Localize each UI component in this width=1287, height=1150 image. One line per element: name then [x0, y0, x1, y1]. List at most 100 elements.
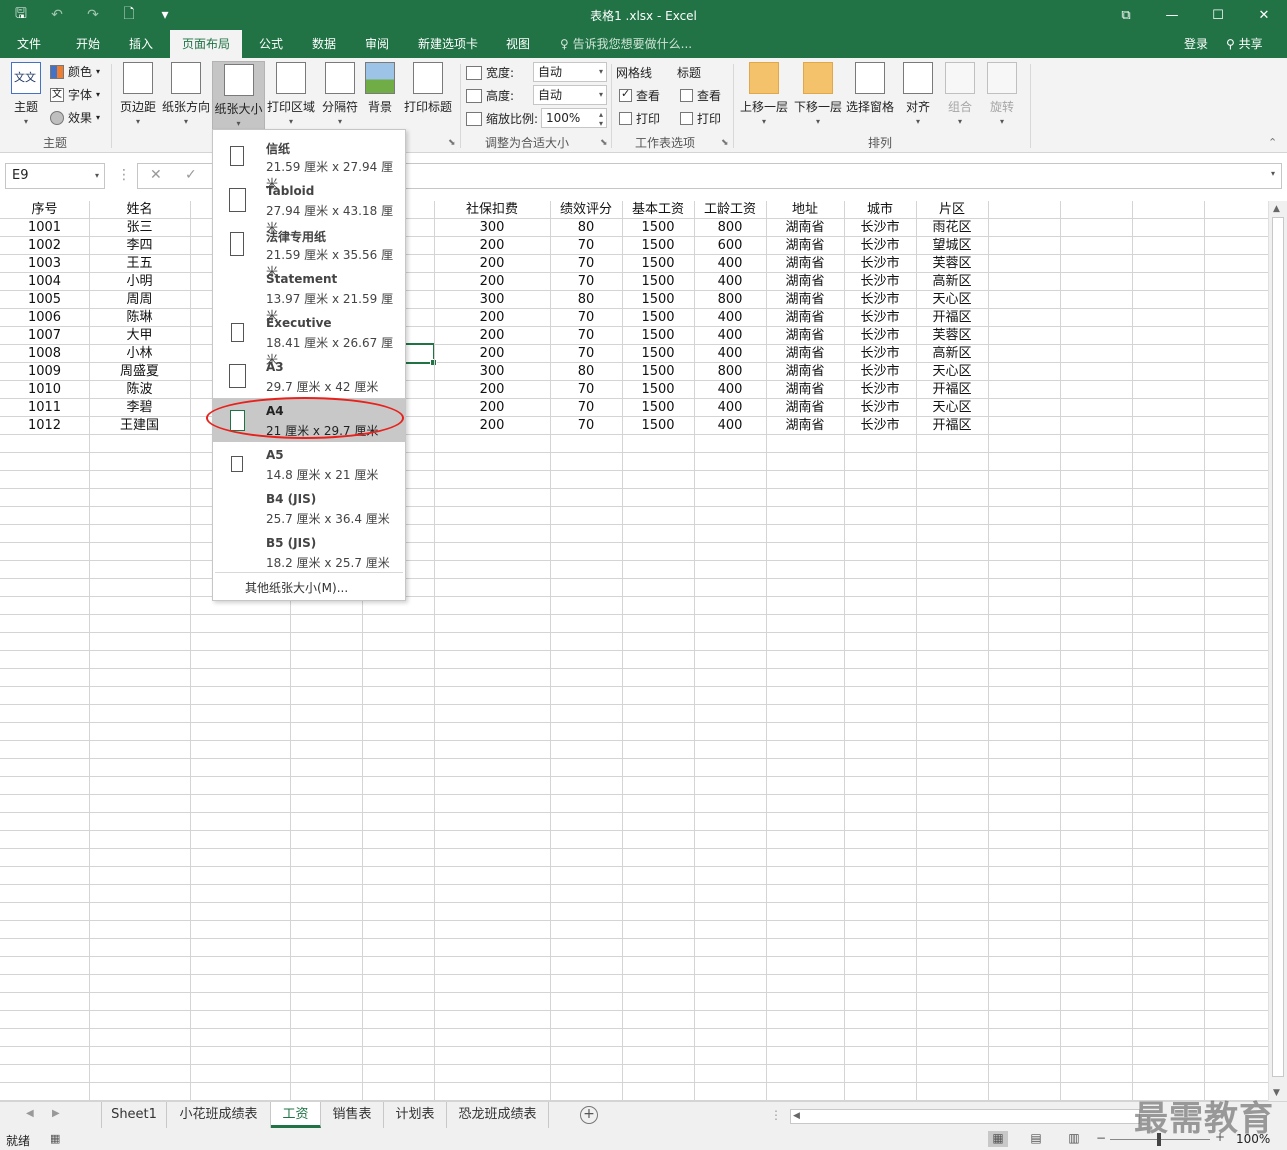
table-cell[interactable]: 70 [550, 417, 622, 435]
print-area-button[interactable]: 打印区域 ▾ [266, 62, 316, 126]
table-cell[interactable]: 湖南省 [766, 255, 844, 273]
headings-view-checkbox[interactable]: 查看 [680, 87, 721, 104]
effects-button[interactable]: 效果 ▾ [50, 109, 100, 126]
close-icon[interactable]: ✕ [1241, 0, 1287, 30]
collapse-ribbon-icon[interactable]: ⌃ [1268, 136, 1277, 149]
headings-print-checkbox[interactable]: 打印 [680, 110, 721, 127]
table-cell[interactable]: 湖南省 [766, 363, 844, 381]
sheet-tab-konglong[interactable]: 恐龙班成绩表 [447, 1102, 549, 1128]
login-link[interactable]: 登录 [1184, 30, 1208, 58]
confirm-icon[interactable]: ✓ [185, 167, 197, 183]
selection-pane-button[interactable]: 选择窗格 [845, 62, 895, 115]
table-cell[interactable]: 300 [434, 219, 550, 237]
tab-home[interactable]: 开始 [66, 30, 110, 58]
table-cell[interactable]: 小明 [89, 273, 190, 291]
table-cell[interactable]: 1500 [622, 309, 694, 327]
table-cell[interactable]: 湖南省 [766, 381, 844, 399]
table-cell[interactable]: 王五 [89, 255, 190, 273]
table-cell[interactable]: 长沙市 [844, 291, 916, 309]
height-select[interactable]: 自动 ▾ [533, 85, 607, 105]
table-cell[interactable]: 70 [550, 399, 622, 417]
table-cell[interactable]: 长沙市 [844, 273, 916, 291]
table-cell[interactable]: 1500 [622, 273, 694, 291]
table-cell[interactable]: 800 [694, 363, 766, 381]
table-cell[interactable]: 张三 [89, 219, 190, 237]
rotate-button[interactable]: 旋转 ▾ [986, 62, 1018, 126]
table-cell[interactable]: 1004 [0, 273, 89, 291]
table-cell[interactable]: 1500 [622, 327, 694, 345]
table-cell[interactable]: 300 [434, 363, 550, 381]
header-cell[interactable]: 姓名 [89, 201, 190, 219]
minimize-icon[interactable]: — [1149, 0, 1195, 30]
tab-formulas[interactable]: 公式 [250, 30, 292, 58]
table-cell[interactable]: 400 [694, 255, 766, 273]
table-cell[interactable]: 陈琳 [89, 309, 190, 327]
size-button[interactable]: 纸张大小 ▾ [212, 61, 265, 133]
background-button[interactable]: 背景 [364, 62, 396, 115]
table-cell[interactable]: 开福区 [916, 417, 988, 435]
fonts-button[interactable]: 文 字体 ▾ [50, 86, 100, 103]
table-cell[interactable]: 芙蓉区 [916, 327, 988, 345]
table-cell[interactable]: 400 [694, 309, 766, 327]
header-cell[interactable]: 社保扣费 [434, 201, 550, 219]
table-cell[interactable]: 400 [694, 381, 766, 399]
table-cell[interactable]: 芙蓉区 [916, 255, 988, 273]
gridlines-view-checkbox[interactable]: 查看 [619, 87, 660, 104]
themes-button[interactable]: 文文 主题 ▾ [6, 62, 46, 126]
table-cell[interactable]: 200 [434, 255, 550, 273]
breaks-button[interactable]: 分隔符 ▾ [320, 62, 360, 126]
table-cell[interactable]: 长沙市 [844, 363, 916, 381]
header-cell[interactable]: 基本工资 [622, 201, 694, 219]
tab-view[interactable]: 视图 [496, 30, 540, 58]
table-cell[interactable]: 80 [550, 219, 622, 237]
header-cell[interactable]: 序号 [0, 201, 89, 219]
horizontal-scrollbar[interactable]: ◀ [790, 1109, 1140, 1124]
dialog-launcher-icon[interactable]: ⬊ [448, 138, 456, 148]
table-cell[interactable]: 70 [550, 237, 622, 255]
table-cell[interactable]: 周周 [89, 291, 190, 309]
table-cell[interactable]: 200 [434, 237, 550, 255]
align-button[interactable]: 对齐 ▾ [902, 62, 934, 126]
share-button[interactable]: ⚲ 共享 [1226, 30, 1263, 58]
add-sheet-icon[interactable]: + [580, 1106, 598, 1124]
table-cell[interactable]: 开福区 [916, 309, 988, 327]
tab-file[interactable]: 文件 [8, 30, 50, 58]
table-cell[interactable]: 长沙市 [844, 417, 916, 435]
print-titles-button[interactable]: 打印标题 [402, 62, 454, 115]
vertical-scrollbar[interactable]: ▲ ▼ [1268, 201, 1287, 1101]
table-cell[interactable]: 1500 [622, 381, 694, 399]
table-cell[interactable]: 1500 [622, 417, 694, 435]
paper-size-item[interactable]: 法律专用纸 21.59 厘米 x 35.56 厘米 [213, 222, 405, 279]
table-cell[interactable]: 湖南省 [766, 219, 844, 237]
table-cell[interactable]: 湖南省 [766, 309, 844, 327]
sheet-tab-sales[interactable]: 销售表 [321, 1102, 384, 1128]
table-cell[interactable]: 望城区 [916, 237, 988, 255]
table-cell[interactable]: 800 [694, 219, 766, 237]
header-cell[interactable]: 片区 [916, 201, 988, 219]
paper-size-item[interactable]: Tabloid 27.94 厘米 x 43.18 厘米 [213, 178, 405, 235]
paper-size-item[interactable]: 信纸 21.59 厘米 x 27.94 厘米 [213, 134, 405, 191]
bring-forward-button[interactable]: 上移一层 ▾ [738, 62, 790, 126]
table-cell[interactable]: 天心区 [916, 291, 988, 309]
table-cell[interactable]: 200 [434, 381, 550, 399]
sheet-tab-plan[interactable]: 计划表 [384, 1102, 447, 1128]
tab-data[interactable]: 数据 [302, 30, 346, 58]
normal-view-icon[interactable]: ▦ [988, 1131, 1008, 1147]
zoom-out-icon[interactable]: − [1096, 1131, 1106, 1145]
sheet-tab-sheet1[interactable]: Sheet1 [101, 1102, 167, 1128]
table-cell[interactable]: 1002 [0, 237, 89, 255]
paper-size-item[interactable]: Executive 18.41 厘米 x 26.67 厘米 [213, 310, 405, 367]
paper-size-item[interactable]: A5 14.8 厘米 x 21 厘米 [213, 442, 405, 486]
expand-formula-icon[interactable]: ▾ [1271, 169, 1275, 178]
table-cell[interactable]: 1500 [622, 345, 694, 363]
orientation-button[interactable]: 纸张方向 ▾ [160, 62, 212, 126]
cancel-icon[interactable]: ✕ [150, 167, 162, 183]
table-cell[interactable]: 1010 [0, 381, 89, 399]
table-cell[interactable]: 李碧 [89, 399, 190, 417]
table-cell[interactable]: 80 [550, 363, 622, 381]
table-cell[interactable]: 200 [434, 327, 550, 345]
tab-new-tab[interactable]: 新建选项卡 [410, 30, 486, 58]
header-cell[interactable]: 绩效评分 [550, 201, 622, 219]
header-cell[interactable]: 城市 [844, 201, 916, 219]
table-cell[interactable]: 湖南省 [766, 399, 844, 417]
